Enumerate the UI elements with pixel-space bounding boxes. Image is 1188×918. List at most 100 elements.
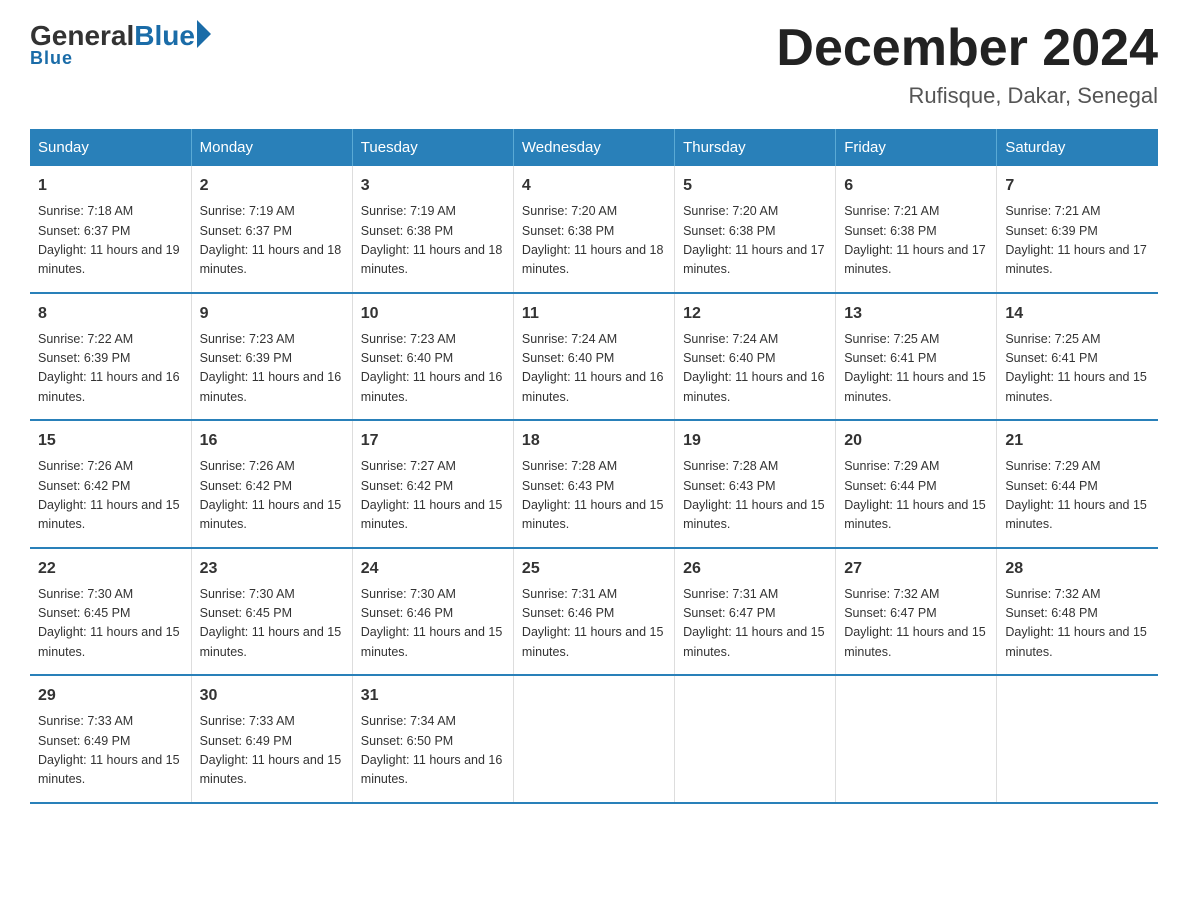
day-info: Sunrise: 7:27 AMSunset: 6:42 PMDaylight:…: [361, 457, 505, 535]
calendar-cell: 2 Sunrise: 7:19 AMSunset: 6:37 PMDayligh…: [191, 166, 352, 293]
day-info: Sunrise: 7:19 AMSunset: 6:37 PMDaylight:…: [200, 202, 344, 280]
calendar-cell: 29 Sunrise: 7:33 AMSunset: 6:49 PMDaylig…: [30, 675, 191, 803]
day-number: 9: [200, 302, 344, 326]
day-number: 6: [844, 174, 988, 198]
calendar-cell: 31 Sunrise: 7:34 AMSunset: 6:50 PMDaylig…: [352, 675, 513, 803]
day-number: 1: [38, 174, 183, 198]
day-number: 19: [683, 429, 827, 453]
calendar-cell: 26 Sunrise: 7:31 AMSunset: 6:47 PMDaylig…: [675, 548, 836, 676]
day-number: 11: [522, 302, 666, 326]
calendar-cell: 25 Sunrise: 7:31 AMSunset: 6:46 PMDaylig…: [513, 548, 674, 676]
day-info: Sunrise: 7:25 AMSunset: 6:41 PMDaylight:…: [1005, 330, 1150, 408]
page-header: General Blue Blue December 2024 Rufisque…: [30, 20, 1158, 109]
day-info: Sunrise: 7:26 AMSunset: 6:42 PMDaylight:…: [200, 457, 344, 535]
day-info: Sunrise: 7:33 AMSunset: 6:49 PMDaylight:…: [38, 712, 183, 790]
logo: General Blue Blue: [30, 20, 211, 69]
calendar-week-row: 8 Sunrise: 7:22 AMSunset: 6:39 PMDayligh…: [30, 293, 1158, 421]
calendar-cell: 24 Sunrise: 7:30 AMSunset: 6:46 PMDaylig…: [352, 548, 513, 676]
day-number: 20: [844, 429, 988, 453]
calendar-cell: 22 Sunrise: 7:30 AMSunset: 6:45 PMDaylig…: [30, 548, 191, 676]
calendar-cell: 30 Sunrise: 7:33 AMSunset: 6:49 PMDaylig…: [191, 675, 352, 803]
day-number: 10: [361, 302, 505, 326]
day-info: Sunrise: 7:22 AMSunset: 6:39 PMDaylight:…: [38, 330, 183, 408]
calendar-cell: 11 Sunrise: 7:24 AMSunset: 6:40 PMDaylig…: [513, 293, 674, 421]
calendar-cell: 13 Sunrise: 7:25 AMSunset: 6:41 PMDaylig…: [836, 293, 997, 421]
calendar-cell: [675, 675, 836, 803]
day-number: 31: [361, 684, 505, 708]
calendar-week-row: 29 Sunrise: 7:33 AMSunset: 6:49 PMDaylig…: [30, 675, 1158, 803]
day-number: 12: [683, 302, 827, 326]
day-number: 24: [361, 557, 505, 581]
day-info: Sunrise: 7:21 AMSunset: 6:38 PMDaylight:…: [844, 202, 988, 280]
day-number: 4: [522, 174, 666, 198]
calendar-cell: [997, 675, 1158, 803]
day-info: Sunrise: 7:30 AMSunset: 6:45 PMDaylight:…: [38, 585, 183, 663]
calendar-cell: 28 Sunrise: 7:32 AMSunset: 6:48 PMDaylig…: [997, 548, 1158, 676]
calendar-cell: 9 Sunrise: 7:23 AMSunset: 6:39 PMDayligh…: [191, 293, 352, 421]
calendar-cell: 5 Sunrise: 7:20 AMSunset: 6:38 PMDayligh…: [675, 166, 836, 293]
day-number: 3: [361, 174, 505, 198]
calendar-cell: 18 Sunrise: 7:28 AMSunset: 6:43 PMDaylig…: [513, 420, 674, 548]
day-info: Sunrise: 7:30 AMSunset: 6:45 PMDaylight:…: [200, 585, 344, 663]
day-number: 30: [200, 684, 344, 708]
day-info: Sunrise: 7:34 AMSunset: 6:50 PMDaylight:…: [361, 712, 505, 790]
column-header-tuesday: Tuesday: [352, 129, 513, 166]
day-number: 5: [683, 174, 827, 198]
day-number: 25: [522, 557, 666, 581]
day-info: Sunrise: 7:19 AMSunset: 6:38 PMDaylight:…: [361, 202, 505, 280]
calendar-header-row: SundayMondayTuesdayWednesdayThursdayFrid…: [30, 129, 1158, 166]
day-info: Sunrise: 7:28 AMSunset: 6:43 PMDaylight:…: [683, 457, 827, 535]
day-number: 8: [38, 302, 183, 326]
day-number: 15: [38, 429, 183, 453]
day-number: 26: [683, 557, 827, 581]
column-header-monday: Monday: [191, 129, 352, 166]
calendar-week-row: 22 Sunrise: 7:30 AMSunset: 6:45 PMDaylig…: [30, 548, 1158, 676]
title-section: December 2024 Rufisque, Dakar, Senegal: [776, 20, 1158, 109]
calendar-cell: 10 Sunrise: 7:23 AMSunset: 6:40 PMDaylig…: [352, 293, 513, 421]
day-info: Sunrise: 7:20 AMSunset: 6:38 PMDaylight:…: [683, 202, 827, 280]
logo-blue-text: Blue: [134, 20, 195, 52]
day-number: 14: [1005, 302, 1150, 326]
day-number: 18: [522, 429, 666, 453]
day-number: 16: [200, 429, 344, 453]
day-info: Sunrise: 7:25 AMSunset: 6:41 PMDaylight:…: [844, 330, 988, 408]
day-info: Sunrise: 7:24 AMSunset: 6:40 PMDaylight:…: [522, 330, 666, 408]
day-info: Sunrise: 7:23 AMSunset: 6:39 PMDaylight:…: [200, 330, 344, 408]
calendar-cell: 14 Sunrise: 7:25 AMSunset: 6:41 PMDaylig…: [997, 293, 1158, 421]
calendar-cell: 12 Sunrise: 7:24 AMSunset: 6:40 PMDaylig…: [675, 293, 836, 421]
day-info: Sunrise: 7:33 AMSunset: 6:49 PMDaylight:…: [200, 712, 344, 790]
day-number: 22: [38, 557, 183, 581]
calendar-table: SundayMondayTuesdayWednesdayThursdayFrid…: [30, 129, 1158, 804]
logo-triangle-icon: [197, 20, 211, 48]
day-info: Sunrise: 7:30 AMSunset: 6:46 PMDaylight:…: [361, 585, 505, 663]
calendar-cell: 16 Sunrise: 7:26 AMSunset: 6:42 PMDaylig…: [191, 420, 352, 548]
column-header-thursday: Thursday: [675, 129, 836, 166]
day-number: 21: [1005, 429, 1150, 453]
calendar-cell: 7 Sunrise: 7:21 AMSunset: 6:39 PMDayligh…: [997, 166, 1158, 293]
column-header-friday: Friday: [836, 129, 997, 166]
day-number: 29: [38, 684, 183, 708]
day-info: Sunrise: 7:21 AMSunset: 6:39 PMDaylight:…: [1005, 202, 1150, 280]
calendar-week-row: 1 Sunrise: 7:18 AMSunset: 6:37 PMDayligh…: [30, 166, 1158, 293]
day-info: Sunrise: 7:18 AMSunset: 6:37 PMDaylight:…: [38, 202, 183, 280]
day-info: Sunrise: 7:32 AMSunset: 6:48 PMDaylight:…: [1005, 585, 1150, 663]
calendar-week-row: 15 Sunrise: 7:26 AMSunset: 6:42 PMDaylig…: [30, 420, 1158, 548]
logo-underline: Blue: [30, 48, 73, 69]
column-header-saturday: Saturday: [997, 129, 1158, 166]
column-header-sunday: Sunday: [30, 129, 191, 166]
calendar-cell: 19 Sunrise: 7:28 AMSunset: 6:43 PMDaylig…: [675, 420, 836, 548]
day-number: 27: [844, 557, 988, 581]
calendar-cell: 17 Sunrise: 7:27 AMSunset: 6:42 PMDaylig…: [352, 420, 513, 548]
calendar-cell: 23 Sunrise: 7:30 AMSunset: 6:45 PMDaylig…: [191, 548, 352, 676]
day-info: Sunrise: 7:31 AMSunset: 6:46 PMDaylight:…: [522, 585, 666, 663]
day-number: 17: [361, 429, 505, 453]
day-info: Sunrise: 7:28 AMSunset: 6:43 PMDaylight:…: [522, 457, 666, 535]
day-number: 13: [844, 302, 988, 326]
day-number: 23: [200, 557, 344, 581]
location-text: Rufisque, Dakar, Senegal: [776, 83, 1158, 109]
calendar-cell: 21 Sunrise: 7:29 AMSunset: 6:44 PMDaylig…: [997, 420, 1158, 548]
calendar-cell: 20 Sunrise: 7:29 AMSunset: 6:44 PMDaylig…: [836, 420, 997, 548]
day-number: 7: [1005, 174, 1150, 198]
day-info: Sunrise: 7:29 AMSunset: 6:44 PMDaylight:…: [1005, 457, 1150, 535]
calendar-cell: 4 Sunrise: 7:20 AMSunset: 6:38 PMDayligh…: [513, 166, 674, 293]
